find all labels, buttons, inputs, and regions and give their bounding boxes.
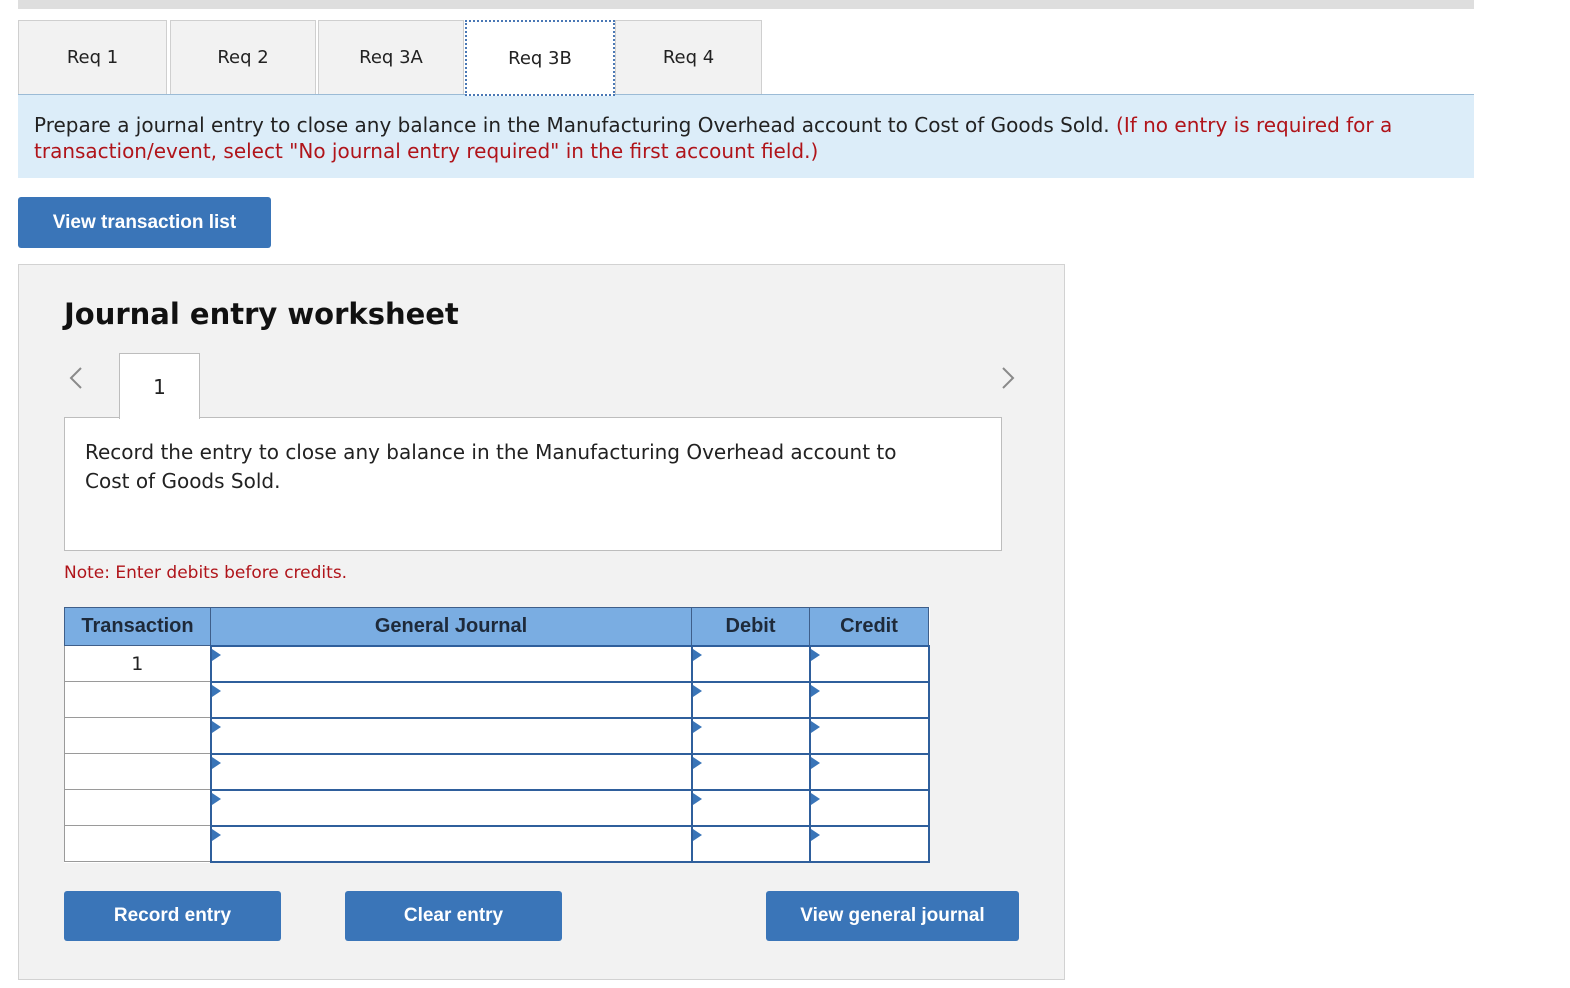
tab-req-1[interactable]: Req 1 (18, 20, 167, 94)
chevron-right-icon[interactable] (995, 365, 1019, 391)
dropdown-indicator-icon (810, 720, 820, 733)
credit-input[interactable] (808, 788, 930, 827)
journal-table: Transaction General Journal Debit Credit… (64, 607, 930, 863)
dropdown-indicator-icon (810, 684, 820, 697)
transaction-cell (64, 789, 211, 826)
dropdown-indicator-icon (692, 828, 702, 841)
dropdown-indicator-icon (692, 756, 702, 769)
worksheet-title: Journal entry worksheet (64, 297, 459, 331)
record-entry-button[interactable]: Record entry (64, 891, 281, 941)
transaction-cell-value: 1 (131, 652, 144, 675)
tab-req-3a[interactable]: Req 3A (318, 20, 464, 94)
credit-input[interactable] (808, 680, 930, 719)
journal-header-row: Transaction General Journal Debit Credit (64, 607, 929, 646)
tab-label: Req 3A (359, 47, 423, 68)
journal-entry-worksheet: Journal entry worksheet 1 Record the ent… (18, 264, 1065, 980)
column-header-transaction: Transaction (64, 607, 211, 646)
view-transaction-list-button[interactable]: View transaction list (18, 197, 271, 248)
tab-req-3b[interactable]: Req 3B (465, 20, 615, 96)
account-input[interactable] (209, 680, 693, 719)
credit-input[interactable] (808, 824, 930, 863)
tab-label: Req 3B (508, 47, 572, 69)
dropdown-indicator-icon (692, 720, 702, 733)
journal-row (64, 716, 930, 755)
top-progress-bar (18, 0, 1474, 9)
tab-req-4[interactable]: Req 4 (615, 20, 762, 94)
dropdown-indicator-icon (810, 648, 820, 661)
account-input[interactable] (209, 752, 693, 791)
dropdown-indicator-icon (692, 792, 702, 805)
journal-row (64, 752, 930, 791)
dropdown-indicator-icon (211, 720, 221, 733)
view-general-journal-button[interactable]: View general journal (766, 891, 1019, 941)
debit-input[interactable] (690, 644, 811, 683)
clear-entry-button[interactable]: Clear entry (345, 891, 562, 941)
debit-input[interactable] (690, 716, 811, 755)
tab-label: Req 2 (217, 47, 269, 68)
entry-tab-label: 1 (153, 374, 166, 399)
tab-req-2[interactable]: Req 2 (170, 20, 316, 94)
dropdown-indicator-icon (810, 756, 820, 769)
column-header-general-journal: General Journal (210, 607, 692, 646)
entry-description-text: Record the entry to close any balance in… (85, 440, 897, 493)
chevron-left-icon[interactable] (65, 365, 89, 391)
journal-row (64, 680, 930, 719)
journal-row (64, 824, 930, 863)
journal-row: 1 (64, 644, 930, 683)
debit-input[interactable] (690, 680, 811, 719)
dropdown-indicator-icon (692, 684, 702, 697)
entry-description: Record the entry to close any balance in… (64, 417, 1002, 551)
tab-label: Req 4 (662, 47, 715, 68)
column-header-debit: Debit (691, 607, 810, 646)
dropdown-indicator-icon (810, 828, 820, 841)
dropdown-indicator-icon (211, 756, 221, 769)
dropdown-indicator-icon (810, 792, 820, 805)
credit-input[interactable] (808, 644, 930, 683)
column-header-credit: Credit (809, 607, 929, 646)
debit-input[interactable] (690, 788, 811, 827)
debits-credits-note: Note: Enter debits before credits. (64, 563, 348, 583)
dropdown-indicator-icon (692, 648, 702, 661)
transaction-cell: 1 (64, 645, 211, 682)
debit-input[interactable] (690, 824, 811, 863)
dropdown-indicator-icon (211, 792, 221, 805)
instructions-text: Prepare a journal entry to close any bal… (34, 113, 1110, 137)
transaction-cell (64, 825, 211, 862)
tab-label: Req 1 (66, 47, 119, 68)
account-input[interactable] (209, 716, 693, 755)
dropdown-indicator-icon (211, 648, 221, 661)
transaction-cell (64, 717, 211, 754)
account-input[interactable] (209, 788, 693, 827)
debit-input[interactable] (690, 752, 811, 791)
instructions-panel: Prepare a journal entry to close any bal… (18, 94, 1474, 178)
dropdown-indicator-icon (211, 684, 221, 697)
entry-tab-1[interactable]: 1 (119, 353, 200, 419)
dropdown-indicator-icon (211, 828, 221, 841)
account-input[interactable] (209, 824, 693, 863)
credit-input[interactable] (808, 716, 930, 755)
account-input[interactable] (209, 644, 693, 683)
journal-row (64, 788, 930, 827)
credit-input[interactable] (808, 752, 930, 791)
transaction-cell (64, 753, 211, 790)
transaction-cell (64, 681, 211, 718)
